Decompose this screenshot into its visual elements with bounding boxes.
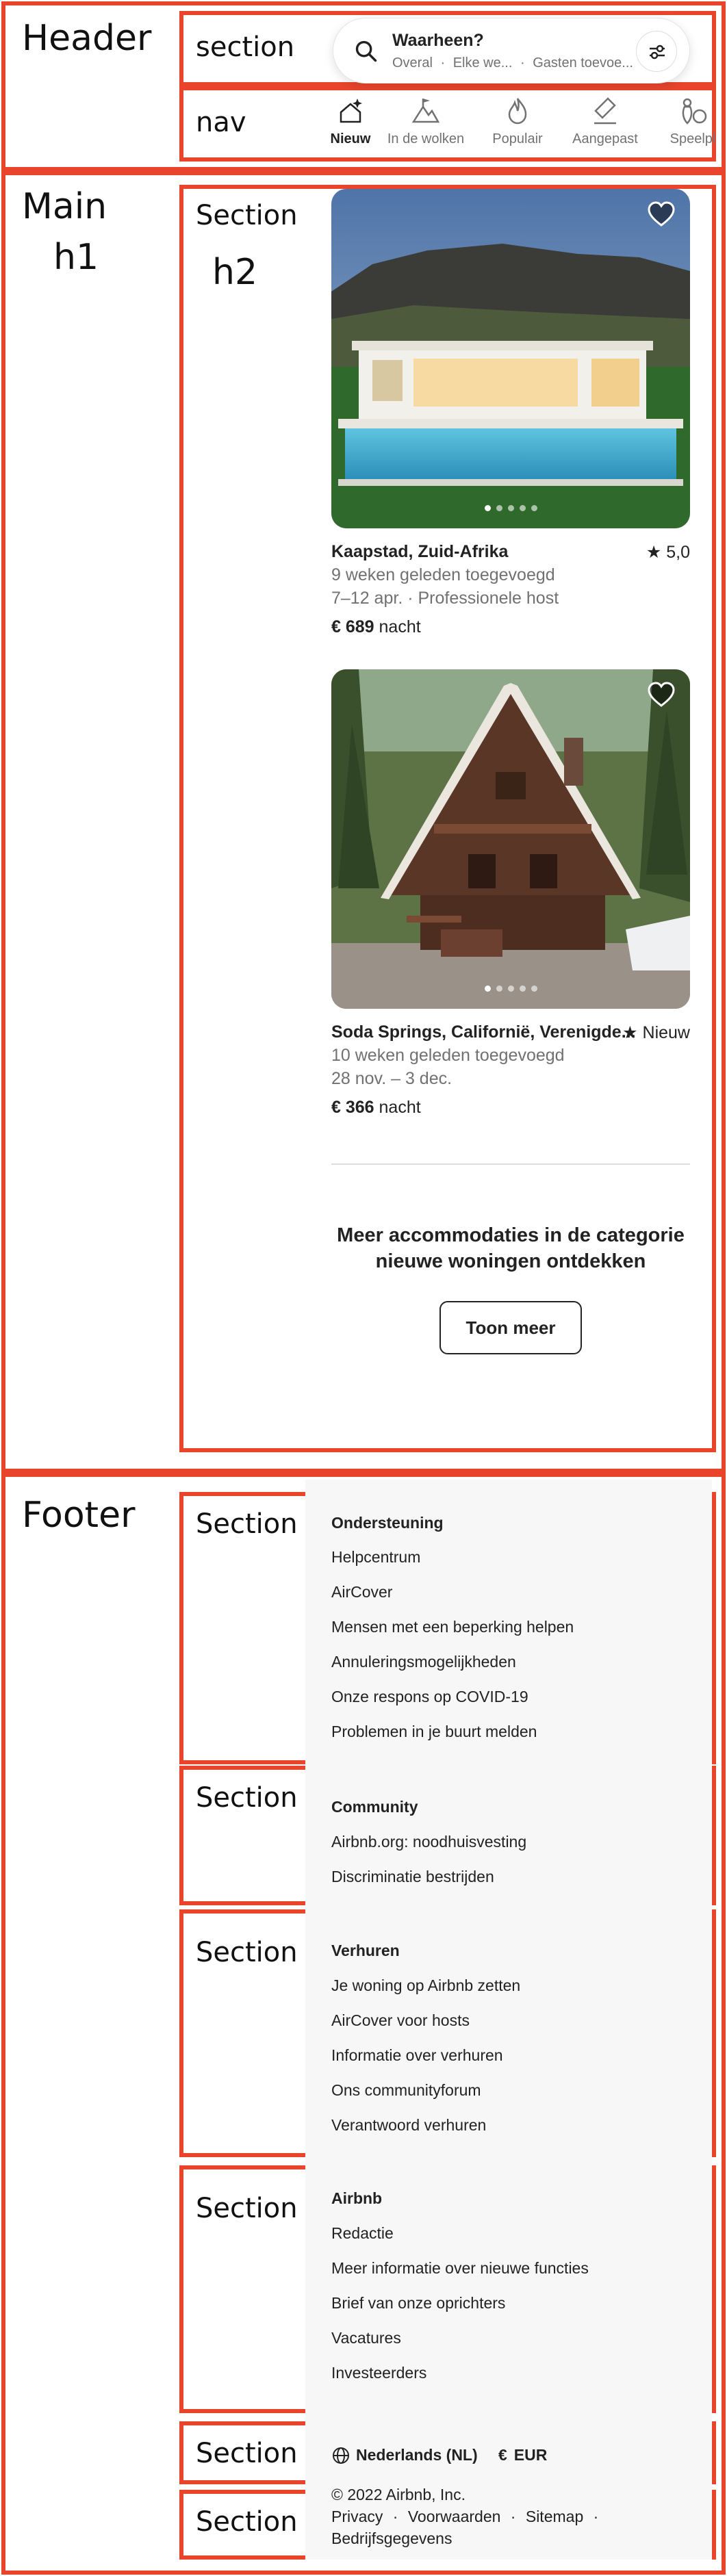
search-guests: Gasten toevoe... [533, 55, 633, 70]
show-more-button[interactable]: Toon meer [439, 1301, 582, 1354]
listing-rating: ★ Nieuw [622, 1023, 690, 1042]
footer-link[interactable]: Vacatures [331, 2329, 401, 2347]
listing-photo-soda-springs[interactable] [331, 669, 690, 1009]
footer-link[interactable]: Problemen in je buurt melden [331, 1723, 537, 1741]
globe-icon [333, 2447, 349, 2464]
copyright: © 2022 Airbnb, Inc. [331, 2486, 465, 2503]
footer-link[interactable]: AirCover [331, 1583, 392, 1601]
currency-symbol: € [498, 2446, 507, 2464]
listing-location: Soda Springs, Californië, Verenigde... [331, 1022, 636, 1042]
label-footer-section-5: Section [196, 2438, 298, 2469]
label-footer: Footer [22, 1495, 136, 1536]
footer-link[interactable]: Airbnb.org: noodhuisvesting [331, 1833, 526, 1851]
star-icon: ★ [646, 543, 662, 562]
legal-link-sitemap[interactable]: Sitemap [526, 2508, 583, 2525]
label-main: Main [22, 186, 107, 227]
heart-icon[interactable] [648, 682, 675, 708]
villa-photo [331, 189, 690, 528]
sparkle-house-icon [340, 99, 362, 123]
label-footer-section-1: Section [196, 1508, 298, 1540]
mountain-flag-icon [411, 99, 440, 123]
footer-heading-community: Community [331, 1798, 418, 1816]
label-header: Header [22, 18, 152, 59]
footer-link[interactable]: AirCover voor hosts [331, 2011, 470, 2030]
carousel-dots [331, 983, 690, 995]
label-header-section: section [196, 31, 295, 63]
listing-photo-cape-town[interactable] [331, 189, 690, 528]
label-main-section: Section [196, 200, 298, 231]
footer-link[interactable]: Redactie [331, 2224, 394, 2243]
category-label: Speelpl [669, 131, 716, 146]
divider [331, 1163, 690, 1165]
footer-heading-airbnb: Airbnb [331, 2189, 383, 2207]
label-footer-section-6: Section [196, 2506, 298, 2538]
legal-links: Privacy · Voorwaarden · Sitemap · [331, 2508, 599, 2525]
footer-link[interactable]: Investeerders [331, 2364, 426, 2382]
label-footer-section-2: Section [196, 1782, 298, 1814]
flame-icon [508, 98, 527, 125]
search-subtitle: Overal · Elke we... · Gasten toevoe... [392, 55, 633, 70]
category-in-de-wolken[interactable]: In de wolken [385, 96, 467, 147]
listing-added: 10 weken geleden toegevoegd [331, 1046, 565, 1065]
label-header-nav: nav [196, 107, 246, 138]
cabin-photo [331, 669, 690, 1009]
label-h1: h1 [53, 237, 99, 278]
label-footer-section-3: Section [196, 1937, 298, 1968]
listing-price: € 366 nacht [331, 1098, 421, 1117]
category-nieuw[interactable]: Nieuw [309, 96, 392, 147]
bowling-icon [682, 98, 707, 125]
footer-link[interactable]: Onze respons op COVID-19 [331, 1688, 528, 1706]
category-label: Nieuw [330, 131, 371, 146]
category-speelpl[interactable]: Speelpl [652, 96, 727, 147]
pen-icon [594, 97, 616, 125]
listing-dates-host: 7–12 apr. · Professionele host [331, 589, 559, 608]
category-label: Populair [492, 131, 543, 146]
footer-link[interactable]: Mensen met een beperking helpen [331, 1618, 574, 1636]
star-icon: ★ [622, 1023, 638, 1042]
currency-selector[interactable]: € EUR [498, 2446, 547, 2464]
search-title: Waarheen? [392, 31, 484, 50]
listing-location: Kaapstad, Zuid-Afrika [331, 542, 509, 561]
listing-price: € 689 nacht [331, 617, 421, 636]
footer-link[interactable]: Meer informatie over nieuwe functies [331, 2259, 589, 2278]
footer-link[interactable]: Helpcentrum [331, 1548, 420, 1567]
filters-button[interactable] [636, 31, 677, 72]
footer-link[interactable]: Je woning op Airbnb zetten [331, 1976, 520, 1995]
label-footer-section-4: Section [196, 2193, 298, 2224]
search-bar[interactable]: Waarheen? Overal · Elke we... · Gasten t… [333, 18, 690, 83]
label-h2: h2 [212, 252, 258, 293]
listing-rating: ★ 5,0 [646, 543, 690, 562]
legal-link-terms[interactable]: Voorwaarden [408, 2508, 501, 2525]
carousel-dots [331, 502, 690, 515]
heart-icon[interactable] [648, 201, 675, 227]
search-icon [355, 40, 377, 62]
footer-link[interactable]: Annuleringsmogelijkheden [331, 1653, 516, 1671]
listing-dates: 28 nov. – 3 dec. [331, 1069, 452, 1088]
footer-link[interactable]: Informatie over verhuren [331, 2046, 503, 2065]
footer-heading-support: Ondersteuning [331, 1514, 444, 1532]
legal-link-privacy[interactable]: Privacy [331, 2508, 383, 2525]
footer-heading-hosting: Verhuren [331, 1942, 400, 1959]
category-populair[interactable]: Populair [476, 96, 559, 147]
search-where: Overal [392, 55, 433, 70]
more-heading: Meer accommodaties in de categorie nieuw… [337, 1224, 685, 1272]
listing-added: 9 weken geleden toegevoegd [331, 565, 555, 584]
footer-link[interactable]: Discriminatie bestrijden [331, 1868, 494, 1886]
category-label: In de wolken [387, 131, 465, 146]
language-selector[interactable]: Nederlands (NL) [331, 2446, 478, 2465]
footer-link[interactable]: Ons communityforum [331, 2081, 481, 2100]
footer-link[interactable]: Verantwoord verhuren [331, 2116, 486, 2135]
search-when: Elke we... [452, 55, 513, 70]
category-label: Aangepast [572, 131, 638, 146]
filters-icon [650, 44, 665, 60]
legal-link-company[interactable]: Bedrijfsgegevens [331, 2529, 452, 2548]
footer-link[interactable]: Brief van onze oprichters [331, 2294, 505, 2313]
category-aangepast[interactable]: Aangepast [564, 96, 646, 147]
